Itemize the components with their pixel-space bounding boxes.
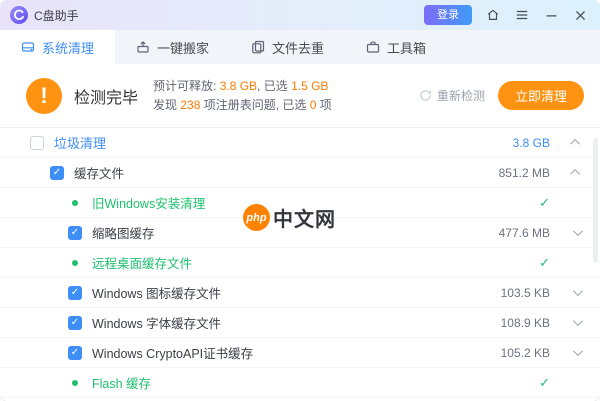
checkbox[interactable]: [68, 225, 82, 240]
item-label: Windows CryptoAPI证书缓存: [92, 347, 254, 361]
login-button[interactable]: 登录: [424, 5, 472, 25]
app-title: C盘助手: [34, 8, 79, 23]
item-label: 缩略图缓存: [92, 227, 155, 241]
titlebar-controls: 登录: [424, 5, 588, 25]
list-item-done[interactable]: Flash 缓存: [0, 368, 600, 398]
tab-file-dedupe[interactable]: 文件去重: [230, 30, 345, 64]
cleanup-list: 垃圾清理 3.8 GB 缓存文件 851.2 MB 旧Windows安装清理 缩…: [0, 128, 600, 398]
list-item-row[interactable]: Windows CryptoAPI证书缓存 105.2 KB: [0, 338, 600, 368]
item-label: Flash 缓存: [92, 377, 152, 391]
item-label: Windows 图标缓存文件: [92, 287, 222, 301]
chevron-up-icon[interactable]: [550, 138, 586, 149]
recheck-label: 重新检测: [436, 89, 485, 103]
check-icon: [478, 375, 550, 391]
detail-line-2: 发现 238 项注册表问题, 已选 0 项: [153, 97, 332, 112]
releasable-size: 3.8 GB: [219, 78, 258, 93]
chevron-down-icon[interactable]: [550, 226, 586, 237]
item-label: Windows 字体缓存文件: [92, 317, 222, 331]
recheck-button[interactable]: 重新检测: [419, 87, 485, 104]
selected-size: 1.5 GB: [291, 78, 329, 93]
list-item-row[interactable]: 缩略图缓存 477.6 MB: [0, 218, 600, 248]
titlebar: C盘助手 登录: [0, 0, 600, 30]
detail-line-1: 预计可释放: 3.8 GB, 已选 1.5 GB: [153, 78, 329, 93]
home-icon[interactable]: [485, 7, 501, 23]
list-parent-row[interactable]: 缓存文件 851.2 MB: [0, 158, 600, 188]
tab-toolbox[interactable]: 工具箱: [345, 30, 447, 64]
refresh-icon: [420, 90, 431, 101]
check-icon: [478, 195, 550, 211]
checkbox[interactable]: [68, 285, 82, 300]
check-icon: [478, 255, 550, 271]
close-icon[interactable]: [572, 7, 588, 23]
list-item-row[interactable]: Windows 字体缓存文件 108.9 KB: [0, 308, 600, 338]
chevron-up-icon[interactable]: [550, 168, 586, 179]
detection-summary: 检测完毕 预计可释放: 3.8 GB, 已选 1.5 GB 发现 238 项注册…: [0, 64, 600, 128]
tab-system-clean[interactable]: 系统清理: [0, 30, 116, 64]
chevron-down-icon[interactable]: [550, 286, 586, 297]
list-item-done[interactable]: 远程桌面缓存文件: [0, 248, 600, 278]
checkbox[interactable]: [50, 165, 64, 180]
item-size: 108.9 KB: [500, 315, 550, 330]
checkbox[interactable]: [30, 135, 44, 150]
item-label: 缓存文件: [74, 167, 125, 181]
tab-label: 文件去重: [272, 40, 325, 56]
item-size: 103.5 KB: [500, 285, 550, 300]
scrollbar-thumb[interactable]: [593, 138, 598, 263]
tab-one-key-move[interactable]: 一键搬家: [115, 30, 230, 64]
tabbar: 系统清理 一键搬家 文件去重 工具箱: [0, 30, 600, 64]
bullet-dot: [72, 199, 78, 206]
list-item-done[interactable]: 旧Windows安装清理: [0, 188, 600, 218]
chevron-down-icon[interactable]: [550, 346, 586, 357]
clean-now-button[interactable]: 立即清理: [498, 81, 584, 110]
registry-issue-count: 238: [180, 97, 201, 112]
app-window: C盘助手 登录 系统清理 一键搬家 文件去重 工具箱 ! 检测完毕 预计可释放:…: [0, 0, 600, 401]
documents-icon: [251, 40, 265, 54]
detection-detail: 预计可释放: 3.8 GB, 已选 1.5 GB 发现 238 项注册表问题, …: [153, 77, 332, 115]
bullet-dot: [72, 259, 78, 266]
chevron-down-icon[interactable]: [550, 316, 586, 327]
app-logo-icon: [10, 6, 28, 24]
disk-icon: [21, 40, 35, 54]
item-label: 远程桌面缓存文件: [92, 257, 193, 271]
group-size: 3.8 GB: [512, 135, 550, 150]
menu-icon[interactable]: [514, 7, 530, 23]
move-icon: [136, 40, 150, 54]
checkbox[interactable]: [68, 345, 82, 360]
list-item-row[interactable]: Windows 图标缓存文件 103.5 KB: [0, 278, 600, 308]
detection-status: 检测完毕: [74, 89, 139, 107]
item-size: 477.6 MB: [498, 225, 550, 240]
tab-label: 一键搬家: [157, 40, 210, 56]
warning-icon: [26, 77, 62, 114]
checkbox[interactable]: [68, 315, 82, 330]
minimize-icon[interactable]: [543, 7, 559, 23]
item-size: 851.2 MB: [498, 165, 550, 180]
tab-label: 工具箱: [387, 40, 427, 56]
list-group-row[interactable]: 垃圾清理 3.8 GB: [0, 128, 600, 158]
item-label: 旧Windows安装清理: [92, 197, 206, 211]
toolbox-icon: [366, 40, 380, 54]
tab-label: 系统清理: [42, 40, 95, 56]
bullet-dot: [72, 379, 78, 386]
item-size: 105.2 KB: [500, 345, 550, 360]
group-label: 垃圾清理: [54, 136, 107, 151]
